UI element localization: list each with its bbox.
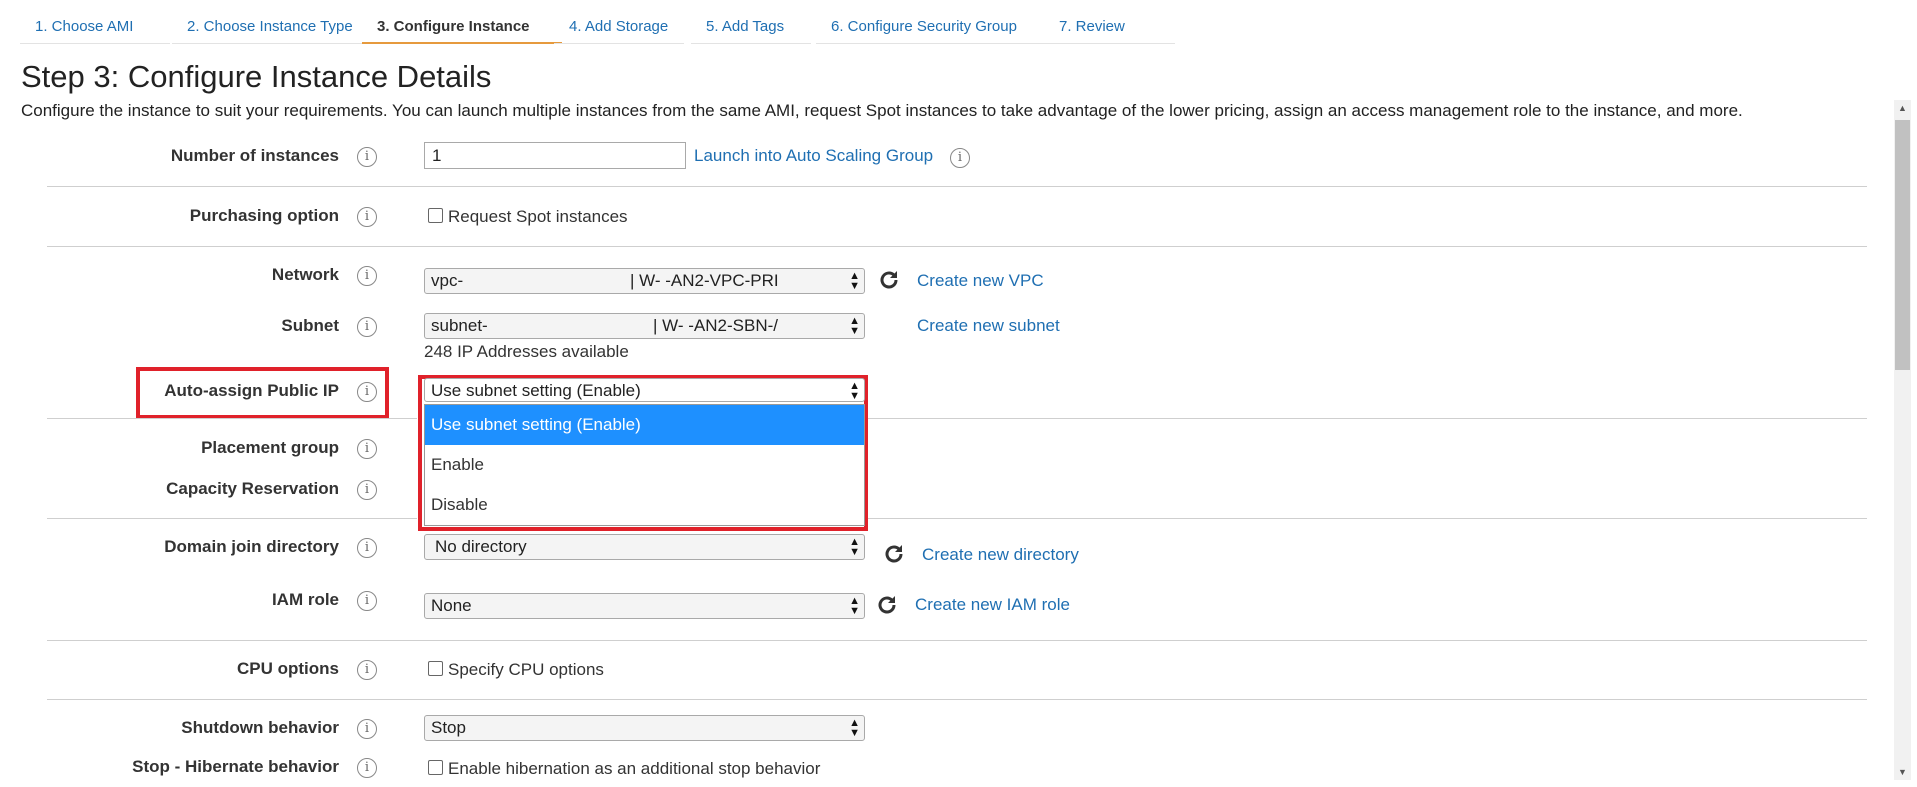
dropdown-option[interactable]: Disable — [425, 485, 864, 525]
select-arrows-icon: ▲ ▼ — [849, 380, 860, 402]
domain-label: Domain join directory — [164, 537, 339, 556]
divider — [47, 246, 1867, 247]
public-ip-select[interactable]: Use subnet setting (Enable) ▲ ▼ — [424, 378, 865, 402]
select-arrows-icon: ▲ ▼ — [849, 595, 860, 617]
hibernate-checkbox-label: Enable hibernation as an additional stop… — [448, 759, 821, 778]
public-ip-dropdown-list: Use subnet setting (Enable) Enable Disab… — [424, 404, 865, 526]
dropdown-option[interactable]: Enable — [425, 445, 864, 485]
cpu-options-checkbox[interactable] — [428, 661, 443, 676]
select-arrows-icon: ▲ ▼ — [849, 315, 860, 337]
tab-add-storage[interactable]: 4. Add Storage — [554, 10, 684, 44]
instances-label: Number of instances — [170, 146, 339, 165]
info-icon[interactable]: i — [357, 207, 377, 227]
info-icon[interactable]: i — [357, 719, 377, 739]
page-description: Configure the instance to suit your requ… — [21, 101, 1743, 120]
info-icon[interactable]: i — [357, 758, 377, 778]
iam-label: IAM role — [271, 590, 339, 609]
info-icon[interactable]: i — [950, 148, 970, 168]
select-arrows-icon: ▲ ▼ — [849, 536, 860, 558]
divider — [47, 186, 1867, 187]
scroll-down-icon[interactable]: ▼ — [1898, 767, 1907, 777]
instances-input[interactable] — [424, 142, 686, 169]
page-title: Step 3: Configure Instance Details — [21, 59, 492, 94]
iam-select-value: None — [431, 596, 472, 615]
network-label: Network — [271, 265, 339, 284]
create-directory-link[interactable]: Create new directory — [922, 545, 1079, 565]
hibernate-checkbox[interactable] — [428, 760, 443, 775]
divider — [868, 518, 1867, 519]
scroll-up-icon[interactable]: ▲ — [1898, 103, 1907, 113]
purchasing-label: Purchasing option — [189, 206, 339, 225]
refresh-icon[interactable] — [882, 542, 906, 566]
ip-available-note: 248 IP Addresses available — [424, 342, 629, 361]
create-vpc-link[interactable]: Create new VPC — [917, 271, 1044, 291]
select-arrows-icon: ▲ ▼ — [849, 270, 860, 292]
network-select-value-right: | W- -AN2-VPC-PRI — [630, 271, 779, 290]
divider — [868, 418, 1867, 419]
tab-choose-instance-type[interactable]: 2. Choose Instance Type — [172, 10, 372, 44]
info-icon[interactable]: i — [357, 266, 377, 286]
domain-select[interactable]: No directory ▲ ▼ — [424, 534, 865, 560]
divider — [47, 518, 417, 519]
info-icon[interactable]: i — [357, 480, 377, 500]
network-select-value-left: vpc- — [431, 271, 464, 290]
divider — [47, 418, 417, 419]
public-ip-label: Auto-assign Public IP — [164, 381, 339, 400]
create-subnet-link[interactable]: Create new subnet — [917, 316, 1060, 336]
tab-choose-ami[interactable]: 1. Choose AMI — [20, 10, 170, 44]
cpu-label: CPU options — [237, 659, 339, 678]
shutdown-select[interactable]: Stop ▲ ▼ — [424, 715, 865, 741]
scrollbar-thumb[interactable] — [1895, 120, 1910, 370]
refresh-icon[interactable] — [877, 268, 901, 292]
info-icon[interactable]: i — [357, 147, 377, 167]
info-icon[interactable]: i — [357, 317, 377, 337]
info-icon[interactable]: i — [357, 591, 377, 611]
info-icon[interactable]: i — [357, 660, 377, 680]
info-icon[interactable]: i — [357, 439, 377, 459]
domain-select-value: No directory — [435, 537, 527, 556]
hibernate-label: Stop - Hibernate behavior — [132, 757, 339, 776]
tab-add-tags[interactable]: 5. Add Tags — [691, 10, 811, 44]
capacity-label: Capacity Reservation — [166, 479, 339, 498]
info-icon[interactable]: i — [357, 382, 377, 402]
subnet-label: Subnet — [281, 316, 339, 335]
create-iam-role-link[interactable]: Create new IAM role — [915, 595, 1070, 615]
auto-scaling-link[interactable]: Launch into Auto Scaling Group — [694, 146, 933, 166]
network-select[interactable]: vpc- | W- -AN2-VPC-PRI ▲ ▼ — [424, 268, 865, 294]
subnet-select[interactable]: subnet- | W- -AN2-SBN-/ ▲ ▼ — [424, 313, 865, 339]
shutdown-label: Shutdown behavior — [181, 718, 339, 737]
placement-label: Placement group — [201, 438, 339, 457]
select-arrows-icon: ▲ ▼ — [849, 717, 860, 739]
divider — [47, 699, 1867, 700]
subnet-select-value-right: | W- -AN2-SBN-/ — [653, 316, 778, 335]
tab-configure-instance[interactable]: 3. Configure Instance — [362, 10, 562, 44]
refresh-icon[interactable] — [875, 593, 899, 617]
divider — [47, 640, 1867, 641]
tab-configure-security-group[interactable]: 6. Configure Security Group — [816, 10, 1056, 44]
public-ip-select-value: Use subnet setting (Enable) — [431, 381, 641, 400]
spot-checkbox[interactable] — [428, 208, 443, 223]
subnet-select-value-left: subnet- — [431, 316, 488, 335]
shutdown-select-value: Stop — [431, 718, 466, 737]
iam-select[interactable]: None ▲ ▼ — [424, 593, 865, 619]
cpu-options-checkbox-label: Specify CPU options — [448, 660, 604, 679]
dropdown-option[interactable]: Use subnet setting (Enable) — [425, 405, 864, 445]
spot-checkbox-label: Request Spot instances — [448, 207, 628, 226]
scrollbar[interactable]: ▲ ▼ — [1894, 100, 1911, 780]
tab-review[interactable]: 7. Review — [1044, 10, 1175, 44]
info-icon[interactable]: i — [357, 538, 377, 558]
